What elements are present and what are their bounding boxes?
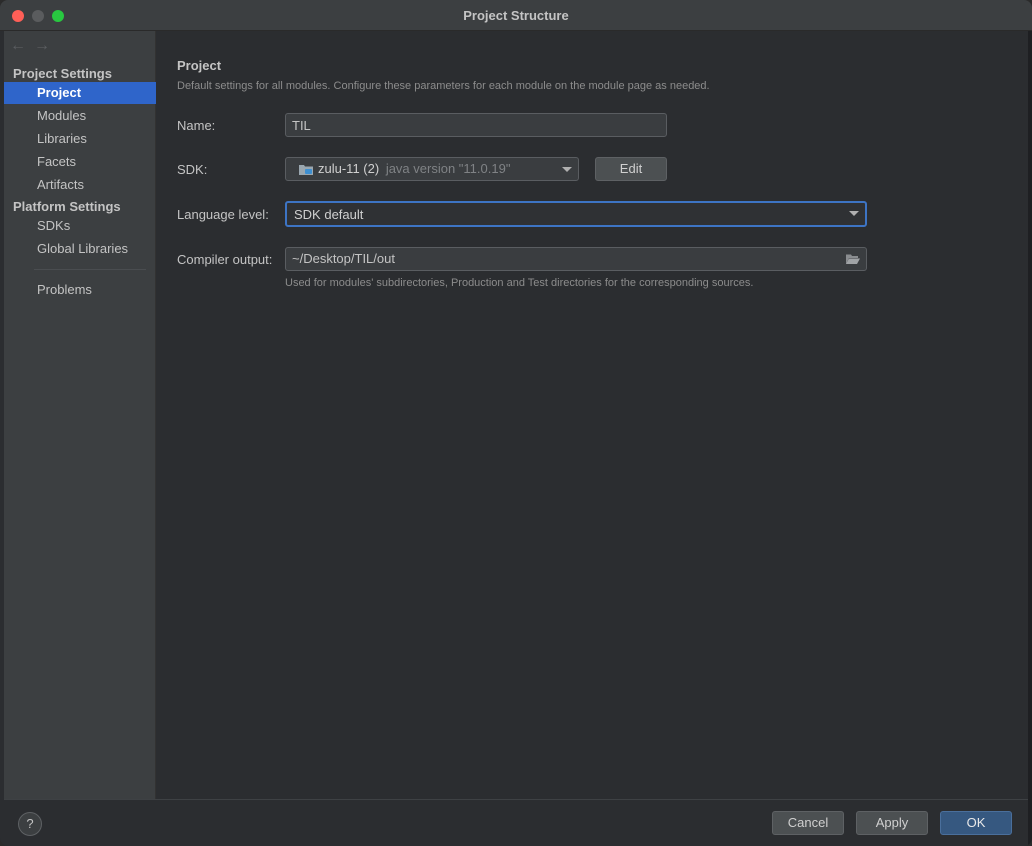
language-level-value: SDK default: [294, 207, 364, 222]
compiler-output-label: Compiler output:: [177, 252, 273, 267]
folder-open-icon[interactable]: [846, 253, 860, 265]
sdk-label: SDK:: [177, 162, 208, 177]
platform-settings-heading: Platform Settings: [13, 199, 121, 214]
history-nav: ←→: [10, 37, 58, 55]
sidebar-item-problems[interactable]: Problems: [4, 279, 156, 301]
sidebar-item-global-libraries[interactable]: Global Libraries: [4, 238, 156, 260]
dialog-footer: ? Cancel Apply OK: [4, 799, 1032, 846]
compiler-output-value: ~/Desktop/TIL/out: [292, 251, 395, 266]
project-settings-panel: Project Default settings for all modules…: [157, 31, 1032, 799]
sdk-dropdown[interactable]: zulu-11 (2) java version "11.0.19": [285, 157, 579, 181]
page-title: Project: [177, 58, 222, 73]
settings-sidebar: ←→ Project Settings Project Modules Libr…: [4, 31, 156, 799]
sdk-version: java version "11.0.19": [385, 161, 511, 176]
window-title: Project Structure: [463, 8, 569, 23]
cancel-button[interactable]: Cancel: [772, 811, 844, 835]
sidebar-item-modules[interactable]: Modules: [4, 105, 156, 127]
sidebar-item-sdks[interactable]: SDKs: [4, 215, 156, 237]
compiler-output-field[interactable]: ~/Desktop/TIL/out: [285, 247, 867, 271]
sidebar-item-libraries[interactable]: Libraries: [4, 128, 156, 150]
background-window-edge: [1028, 31, 1032, 846]
language-level-dropdown[interactable]: SDK default: [285, 201, 867, 227]
compiler-output-hint: Used for modules' subdirectories, Produc…: [285, 277, 754, 289]
chevron-down-icon: [562, 167, 572, 172]
sidebar-item-project[interactable]: Project: [4, 82, 156, 104]
edit-sdk-button[interactable]: Edit: [595, 157, 667, 181]
sidebar-item-artifacts[interactable]: Artifacts: [4, 174, 156, 196]
language-level-label: Language level:: [177, 207, 269, 222]
project-name-input[interactable]: [285, 113, 667, 137]
sidebar-divider: [34, 269, 146, 270]
folder-sdk-icon: [299, 163, 313, 175]
title-bar: Project Structure: [0, 0, 1032, 31]
project-settings-heading: Project Settings: [13, 66, 112, 81]
arrow-right-icon[interactable]: →: [34, 37, 58, 54]
project-structure-dialog: Project Structure ←→ Project Settings Pr…: [0, 0, 1032, 846]
arrow-left-icon[interactable]: ←: [10, 37, 34, 54]
name-label: Name:: [177, 118, 216, 133]
page-description: Default settings for all modules. Config…: [177, 80, 710, 92]
sidebar-item-facets[interactable]: Facets: [4, 151, 156, 173]
chevron-down-icon: [849, 211, 859, 216]
sdk-name: zulu-11 (2): [318, 161, 380, 176]
ok-button[interactable]: OK: [940, 811, 1012, 835]
apply-button[interactable]: Apply: [856, 811, 928, 835]
help-button[interactable]: ?: [18, 812, 42, 836]
